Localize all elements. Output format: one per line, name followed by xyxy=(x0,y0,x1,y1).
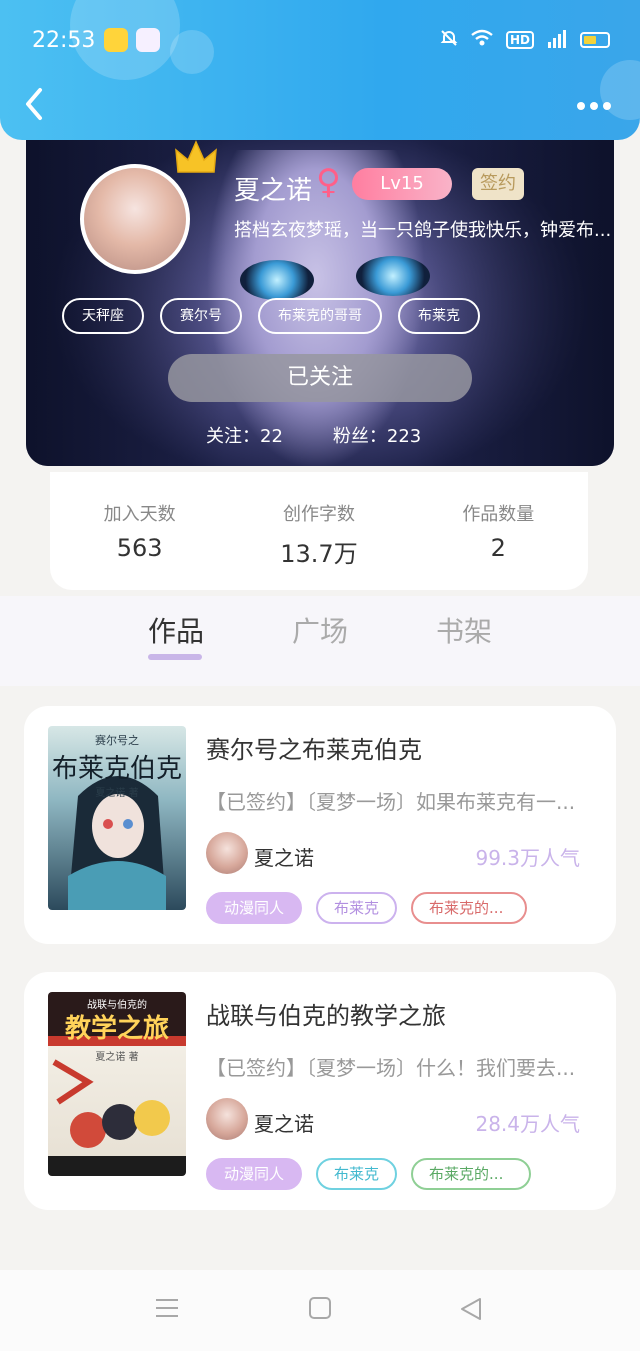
notification-app-icon xyxy=(104,28,128,52)
work-author: 夏之诺 xyxy=(254,846,314,870)
work-tag[interactable]: 布莱克的... xyxy=(411,892,528,924)
tab-works[interactable]: 作品 xyxy=(148,610,204,650)
follow-button[interactable]: 已关注 xyxy=(168,354,472,402)
cover-subtitle: 赛尔号之 xyxy=(95,734,139,747)
user-tag[interactable]: 布莱克的哥哥 xyxy=(258,298,382,334)
notification-app-icon xyxy=(136,28,160,52)
fans-count[interactable]: 粉丝：223 xyxy=(333,422,421,448)
following-count[interactable]: 关注：22 xyxy=(206,422,283,448)
work-title[interactable]: 赛尔号之布莱克伯克 xyxy=(206,730,422,765)
work-tag[interactable]: 布莱克 xyxy=(316,1158,398,1190)
back-triangle-icon[interactable] xyxy=(458,1296,484,1326)
work-card[interactable]: 战联与伯克的 教学之旅 夏之诺 著 战联与伯克的教学之旅 【已签约】〔夏梦一场〕… xyxy=(24,972,616,1210)
stat-works-count: 作品数量 2 xyxy=(409,472,588,590)
stat-value: 2 xyxy=(490,534,506,562)
chevron-left-icon xyxy=(26,88,42,120)
stat-value: 13.7万 xyxy=(280,540,358,568)
system-navigation-bar xyxy=(0,1270,640,1351)
female-icon: ♀ xyxy=(316,162,341,202)
banner-shade xyxy=(414,110,614,466)
user-tags: 天秤座 赛尔号 布莱克的哥哥 布莱克 xyxy=(62,298,480,334)
work-description: 【已签约】〔夏梦一场〕如果布莱克有一... xyxy=(206,790,576,814)
cover-title: 教学之旅 xyxy=(64,1014,169,1044)
profile-banner: 夏之诺 ♀ Lv15 签约 搭档玄夜梦瑶，当一只鸽子使我快乐，钟爱布... 天秤… xyxy=(26,110,614,466)
work-card[interactable]: 赛尔号之 布莱克伯克 夏之诺 著 赛尔号之布莱克伯克 【已签约】〔夏梦一场〕如果… xyxy=(24,706,616,944)
mute-icon xyxy=(440,29,458,51)
stat-label: 加入天数 xyxy=(103,504,176,525)
cover-author: 夏之诺 著 xyxy=(95,788,139,799)
cover-author: 夏之诺 著 xyxy=(95,1052,139,1063)
banner-eye xyxy=(356,256,430,296)
top-bar: 22:53 HD xyxy=(0,0,640,140)
user-tag[interactable]: 赛尔号 xyxy=(160,298,242,334)
stat-word-count: 创作字数 13.7万 xyxy=(229,472,408,590)
work-tags: 动漫同人 布莱克 布莱克的... xyxy=(206,892,528,924)
author-avatar xyxy=(206,832,248,874)
work-tag[interactable]: 动漫同人 xyxy=(206,1158,303,1190)
user-tag[interactable]: 天秤座 xyxy=(62,298,144,334)
work-popularity: 99.3万人气 xyxy=(475,846,580,870)
cover-title: 布莱克伯克 xyxy=(51,754,182,784)
user-bio: 搭档玄夜梦瑶，当一只鸽子使我快乐，钟爱布... xyxy=(234,220,612,241)
author-avatar xyxy=(206,1098,248,1140)
home-icon[interactable] xyxy=(308,1296,332,1324)
work-tag[interactable]: 布莱克 xyxy=(316,892,398,924)
status-icons: HD xyxy=(440,28,610,52)
more-options-button[interactable] xyxy=(576,90,612,111)
stat-label: 作品数量 xyxy=(462,504,535,525)
signal-icon xyxy=(546,28,568,52)
banner-eye xyxy=(240,260,314,300)
crown-icon xyxy=(175,140,217,173)
stat-value: 563 xyxy=(116,534,163,562)
work-tags: 动漫同人 布莱克 布莱克的... xyxy=(206,1158,532,1190)
user-name: 夏之诺 xyxy=(234,176,313,206)
level-badge: Lv15 xyxy=(352,168,452,200)
work-popularity: 28.4万人气 xyxy=(475,1112,580,1136)
battery-icon xyxy=(580,32,610,48)
more-dots-icon xyxy=(577,102,611,110)
hd-icon: HD xyxy=(505,31,534,49)
work-tag[interactable]: 动漫同人 xyxy=(206,892,303,924)
work-description: 【已签约】〔夏梦一场〕什么！我们要去... xyxy=(206,1056,576,1080)
stats-panel: 加入天数 563 创作字数 13.7万 作品数量 2 xyxy=(50,472,588,590)
work-cover[interactable]: 赛尔号之 布莱克伯克 夏之诺 著 xyxy=(48,726,186,910)
work-tag[interactable]: 布莱克的... xyxy=(411,1158,532,1190)
work-author: 夏之诺 xyxy=(254,1112,314,1136)
user-tag[interactable]: 布莱克 xyxy=(398,298,480,334)
tab-bookshelf[interactable]: 书架 xyxy=(436,610,492,650)
follow-counts: 关注：22 粉丝：223 xyxy=(206,422,421,448)
wifi-icon xyxy=(470,29,494,51)
tab-square[interactable]: 广场 xyxy=(292,610,348,650)
menu-icon[interactable] xyxy=(154,1296,180,1324)
signed-badge: 签约 xyxy=(472,168,524,200)
work-cover[interactable]: 战联与伯克的 教学之旅 夏之诺 著 xyxy=(48,992,186,1176)
user-avatar[interactable] xyxy=(80,164,190,274)
tab-bar: 作品 广场 书架 xyxy=(0,596,640,686)
tab-active-indicator xyxy=(148,654,202,660)
stat-label: 创作字数 xyxy=(282,504,355,525)
stat-join-days: 加入天数 563 xyxy=(50,472,229,590)
back-button[interactable] xyxy=(20,86,60,126)
status-bar: 22:53 HD xyxy=(0,0,640,80)
status-time: 22:53 xyxy=(32,28,96,53)
work-title[interactable]: 战联与伯克的教学之旅 xyxy=(206,996,446,1031)
